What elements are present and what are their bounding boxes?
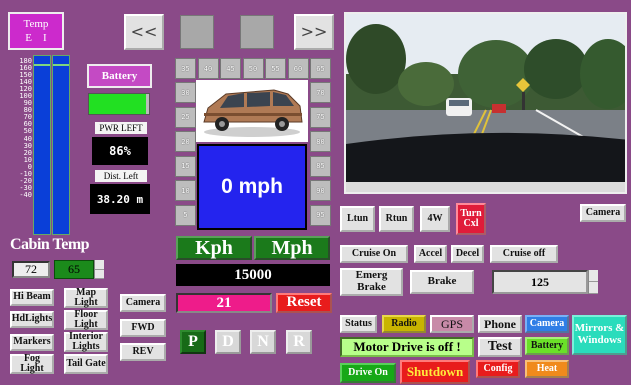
cruise-set-speed[interactable]: 125 xyxy=(492,270,588,294)
gear-drive-button[interactable]: D xyxy=(215,330,241,354)
temperature-scale-tick: -40 xyxy=(19,190,32,199)
speed-tick: 65 xyxy=(310,58,331,79)
test-button[interactable]: Test xyxy=(478,337,522,357)
heat-button[interactable]: Heat xyxy=(525,360,569,378)
right-turn-button[interactable]: Rtun xyxy=(379,206,414,232)
pwr-left-label: PWR LEFT xyxy=(95,122,147,134)
trip-reset-button[interactable]: Reset xyxy=(276,293,332,313)
speed-tick: 25 xyxy=(175,106,196,128)
four-way-button[interactable]: 4W xyxy=(420,206,450,232)
mph-button[interactable]: Mph xyxy=(254,236,330,260)
config-button[interactable]: Config xyxy=(476,360,520,378)
speed-tick: 60 xyxy=(287,58,309,79)
cruise-off-button[interactable]: Cruise off xyxy=(490,245,558,263)
speed-tick: 30 xyxy=(175,82,196,103)
gps-button[interactable]: GPS xyxy=(430,315,474,333)
status-button[interactable]: Status xyxy=(340,315,377,333)
battery-level-fill xyxy=(89,94,146,114)
temperature-scale: 180 160 150 140 120 100 90 80 70 60 50 40 30 20 10 0 -10… xyxy=(10,57,32,199)
engine-temp-gauge xyxy=(33,55,51,235)
speed-tick: 35 xyxy=(175,58,196,79)
floor-light-button[interactable]: Floor Light xyxy=(64,309,108,330)
speed-tick: 80 xyxy=(310,131,331,152)
speed-tick: 55 xyxy=(265,58,286,79)
speed-tick: 40 xyxy=(197,58,219,79)
mirrors-windows-button[interactable]: Mirrors & Windows xyxy=(572,315,627,355)
battery-app-button[interactable]: Battery xyxy=(525,337,569,355)
decel-button[interactable]: Decel xyxy=(451,245,484,263)
fog-light-button[interactable]: Fog Light xyxy=(10,353,54,374)
kph-button[interactable]: Kph xyxy=(176,236,252,260)
speed-tick: 95 xyxy=(310,204,331,226)
gear-neutral-button[interactable]: N xyxy=(250,330,276,354)
speed-tick: 45 xyxy=(220,58,241,79)
brake-button[interactable]: Brake xyxy=(410,270,474,294)
cabin-temp-stepper[interactable] xyxy=(94,260,104,279)
speed-tick: 10 xyxy=(175,180,196,201)
temp-engine-label: E xyxy=(25,32,33,44)
drive-on-button[interactable]: Drive On xyxy=(340,363,396,383)
cabin-temp-title: Cabin Temp xyxy=(10,236,90,253)
gear-park-button[interactable]: P xyxy=(180,330,206,354)
speed-tick: 75 xyxy=(310,106,331,128)
interior-lights-button[interactable]: Interior Lights xyxy=(64,331,108,352)
left-turn-button[interactable]: Ltun xyxy=(340,206,375,232)
speed-tick: 70 xyxy=(310,82,331,103)
camera-feed xyxy=(344,12,627,194)
temp-labels: E I xyxy=(10,31,62,45)
temp-panel[interactable]: Temp E I xyxy=(8,12,64,50)
vehicle-image xyxy=(196,80,308,142)
speed-tick: 90 xyxy=(310,180,331,201)
rev-view-button[interactable]: REV xyxy=(120,343,166,361)
camera-button[interactable]: Camera xyxy=(580,204,626,222)
dist-left-label: Dist. Left xyxy=(95,170,147,182)
odometer-display: 15000 xyxy=(176,264,330,286)
emergency-brake-button[interactable]: Emerg Brake xyxy=(340,268,403,296)
speed-tick: 20 xyxy=(175,131,196,152)
radio-button[interactable]: Radio xyxy=(382,315,426,333)
trip-display: 21 xyxy=(176,293,272,313)
temp-title: Temp xyxy=(23,18,49,30)
interior-temp-gauge xyxy=(52,55,70,235)
turn-cancel-button[interactable]: Turn Cxl xyxy=(456,203,486,235)
cruise-speed-stepper[interactable] xyxy=(588,270,598,294)
speed-tick: 15 xyxy=(175,155,196,177)
speed-tick: 50 xyxy=(242,58,264,79)
battery-label: Battery xyxy=(87,64,152,88)
speed-display: 0 mph xyxy=(197,144,307,230)
gear-reverse-button[interactable]: R xyxy=(286,330,312,354)
headlights-button[interactable]: HdLights xyxy=(10,311,54,328)
markers-button[interactable]: Markers xyxy=(10,334,54,351)
cabin-temp-actual: 65 xyxy=(54,260,94,279)
cabin-temp-setpoint[interactable]: 72 xyxy=(12,261,50,278)
blank-slot-2[interactable] xyxy=(240,15,274,49)
next-page-button[interactable]: >> xyxy=(294,14,334,50)
accel-button[interactable]: Accel xyxy=(414,245,447,263)
hi-beam-button[interactable]: Hi Beam xyxy=(10,289,54,306)
battery-level-bar xyxy=(88,93,150,115)
temp-interior-label: I xyxy=(43,32,47,44)
shutdown-button[interactable]: Shutdown xyxy=(400,360,470,384)
camera-view-button[interactable]: Camera xyxy=(120,294,166,312)
speed-tick: 5 xyxy=(175,204,196,226)
fwd-view-button[interactable]: FWD xyxy=(120,319,166,337)
camera-app-button[interactable]: Camera xyxy=(525,315,569,333)
system-message: Motor Drive is off ! xyxy=(340,337,474,357)
pwr-left-value: 86% xyxy=(92,137,148,165)
phone-button[interactable]: Phone xyxy=(478,315,522,333)
tail-gate-button[interactable]: Tail Gate xyxy=(64,354,108,374)
map-light-button[interactable]: Map Light xyxy=(64,287,108,308)
dist-left-value: 38.20 m xyxy=(90,184,150,214)
speed-tick: 85 xyxy=(310,155,331,177)
cruise-on-button[interactable]: Cruise On xyxy=(340,245,408,263)
previous-page-button[interactable]: << xyxy=(124,14,164,50)
blank-slot-1[interactable] xyxy=(180,15,214,49)
